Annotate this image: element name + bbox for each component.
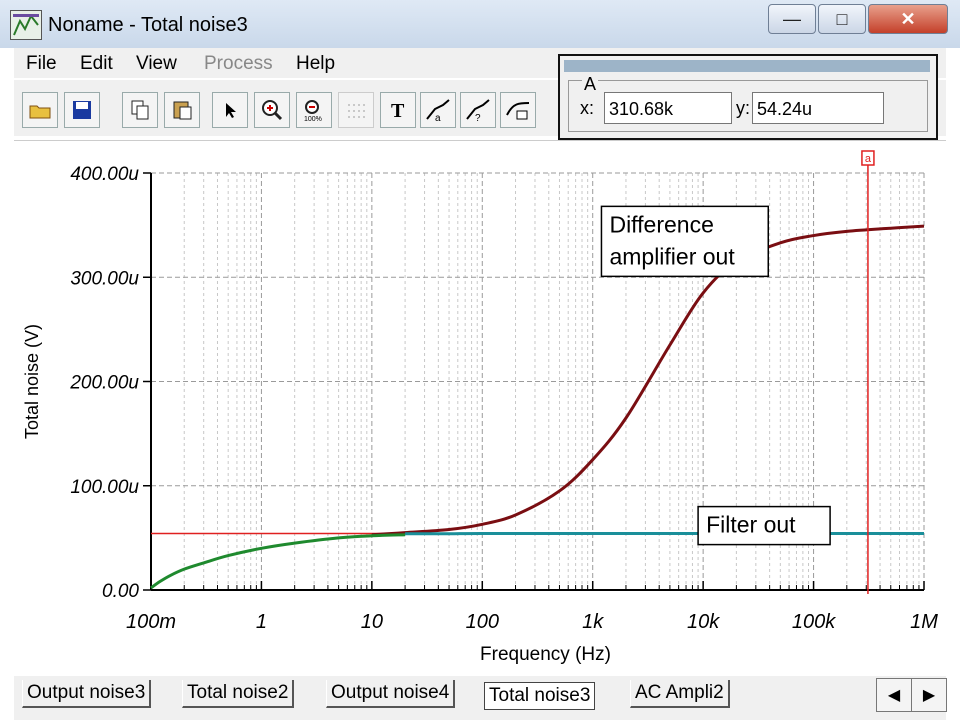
zoom-in-icon[interactable] (254, 92, 290, 128)
cursor-b-icon[interactable]: ? (460, 92, 496, 128)
y-tick-label: 100.00u (70, 477, 139, 498)
text-icon[interactable]: T (380, 92, 416, 128)
x-tick-label: 1k (582, 611, 604, 633)
annotation-text: Filter out (706, 512, 796, 538)
pointer-icon[interactable] (212, 92, 248, 128)
tab-output-noise4[interactable]: Output noise4 (326, 680, 456, 708)
annotation-text: Difference (609, 211, 713, 237)
maximize-button[interactable]: □ (818, 4, 866, 34)
svg-text:?: ? (475, 113, 481, 123)
series-line-1 (150, 533, 406, 590)
grid-icon[interactable] (338, 92, 374, 128)
menu-file[interactable]: File (26, 53, 57, 75)
paste-icon[interactable] (164, 92, 200, 128)
open-folder-icon[interactable] (22, 92, 58, 128)
x-label: x: (580, 98, 595, 118)
annotation-text: amplifier out (609, 243, 735, 269)
y-axis-label: Total noise (V) (22, 324, 42, 439)
menu-edit[interactable]: Edit (80, 53, 113, 75)
plot-area[interactable]: 100m 1 10 100 1k 10k 100k 1M 0.00 100.00u 200.00u 3… (14, 140, 946, 677)
x-tick-label: 10k (687, 611, 720, 633)
x-tick-label: 1 (256, 611, 267, 633)
cursor-marker-label: a (865, 153, 872, 165)
tab-scroll-left-icon[interactable]: ◀ (876, 678, 912, 712)
tab-bar: Output noise3 Total noise2 Output noise4… (14, 676, 947, 720)
application-window: Noname - Total noise3 — □ ✕ File Edit Vi… (0, 0, 960, 720)
cursor-a-icon[interactable]: a (420, 92, 456, 128)
svg-text:T: T (391, 100, 405, 121)
y-tick-label: 400.00u (70, 164, 139, 185)
y-tick-label: 0.00 (102, 581, 139, 602)
window-title: Noname - Total noise3 (48, 14, 248, 36)
svg-text:a: a (435, 113, 441, 123)
menu-view[interactable]: View (136, 53, 177, 75)
save-icon[interactable] (64, 92, 100, 128)
noise-chart[interactable]: 100m 1 10 100 1k 10k 100k 1M 0.00 100.00u 200.00u 3… (14, 141, 946, 677)
y-label: y: (736, 98, 751, 118)
tab-ac-ampli2[interactable]: AC Ampli2 (630, 680, 730, 708)
tab-output-noise3[interactable]: Output noise3 (22, 680, 152, 708)
minimize-button[interactable]: — (768, 4, 816, 34)
x-tick-label: 100k (792, 611, 836, 633)
x-axis-label: Frequency (Hz) (480, 644, 611, 665)
app-icon (10, 10, 42, 40)
y-tick-label: 300.00u (70, 268, 139, 289)
x-tick-label: 100 (466, 611, 499, 633)
x-tick-label: 10 (361, 611, 383, 633)
cursor-readout-panel: A x: 310.68k y: 54.24u (558, 54, 938, 140)
cursor-graph-icon[interactable] (500, 92, 536, 128)
tab-total-noise3[interactable]: Total noise3 (484, 682, 596, 710)
y-tick-label: 200.00u (69, 373, 139, 394)
cursor-x-field[interactable]: 310.68k (604, 92, 732, 124)
cursor-y-field[interactable]: 54.24u (752, 92, 884, 124)
title-bar: Noname - Total noise3 — □ ✕ (0, 0, 960, 48)
tab-total-noise2[interactable]: Total noise2 (182, 680, 295, 708)
menu-process[interactable]: Process (204, 53, 273, 75)
copy-icon[interactable] (122, 92, 158, 128)
tab-scroll-right-icon[interactable]: ▶ (911, 678, 947, 712)
panel-title-strip (564, 60, 930, 72)
x-tick-label: 1M (910, 611, 938, 633)
svg-text:100%: 100% (304, 116, 322, 122)
zoom-100-icon[interactable]: 100% (296, 92, 332, 128)
menu-help[interactable]: Help (296, 53, 335, 75)
close-button[interactable]: ✕ (868, 4, 948, 34)
cursor-group-label: A (582, 74, 599, 95)
x-tick-label: 100m (126, 611, 176, 633)
